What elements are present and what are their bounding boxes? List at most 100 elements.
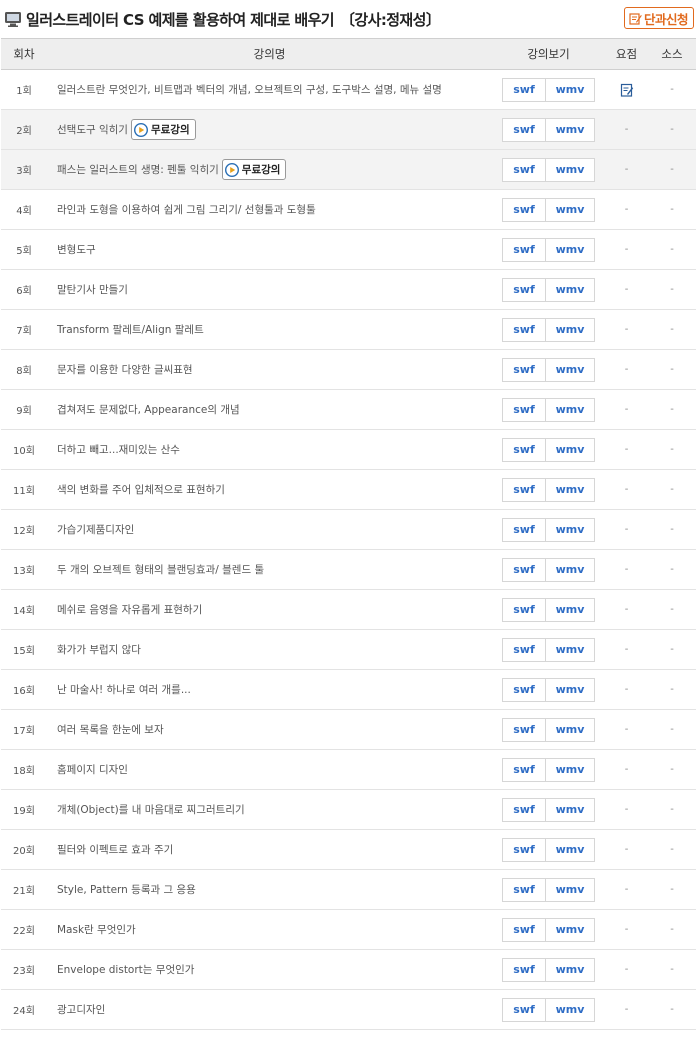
wmv-button[interactable]: wmv [545,438,594,461]
swf-button[interactable]: swf [503,239,545,261]
wmv-button[interactable]: wmv [545,78,594,101]
source-cell: - [648,349,696,390]
page-title: 일러스트레이터 CS 예제를 활용하여 제대로 배우기 〔강사:정재성〕 [26,9,441,30]
wmv-button[interactable]: wmv [545,958,594,981]
swf-button[interactable]: swf [503,599,545,621]
wmv-button[interactable]: wmv [545,918,594,941]
free-lecture-button[interactable]: 무료강의 [130,119,196,140]
memo-icon[interactable] [620,83,634,97]
source-value: - [670,1004,674,1015]
source-cell: - [648,549,696,590]
table-row: 20회 필터와 이펙트로 효과 주기 swf wmv - - [1,829,696,870]
swf-button[interactable]: swf [503,839,545,861]
lecture-name-cell: 가습기제품디자인 [47,509,492,550]
swf-button[interactable]: swf [503,439,545,461]
wmv-button[interactable]: wmv [545,118,594,141]
wmv-button[interactable]: wmv [545,878,594,901]
wmv-button[interactable]: wmv [545,998,594,1021]
apply-course-button[interactable]: 단과신청 [623,7,694,29]
wmv-button[interactable]: wmv [545,798,594,821]
lecture-name: 가습기제품디자인 [57,524,135,536]
lecture-name-cell: Style, Pattern 등록과 그 응용 [47,869,492,910]
wmv-button[interactable]: wmv [545,398,594,421]
lecture-name: 겹쳐져도 문제없다, Appearance의 개념 [57,404,240,416]
swf-button[interactable]: swf [503,399,545,421]
lecture-name: 화가가 부럽지 않다 [57,644,141,656]
lecture-name-cell: 패스는 일러스트의 생명: 펜툴 익히기 무료강의 [47,149,492,190]
lecture-number: 4회 [1,189,47,230]
lecture-name: 광고디자인 [57,1004,106,1016]
lecture-number: 14회 [1,589,47,630]
summary-empty: - [624,404,629,415]
lecture-name: 변형도구 [57,244,96,256]
lecture-view-cell: swf wmv [492,869,605,910]
summary-cell: - [605,469,648,510]
wmv-button[interactable]: wmv [545,718,594,741]
summary-cell: - [605,229,648,270]
wmv-button[interactable]: wmv [545,278,594,301]
source-value: - [670,484,674,495]
wmv-button[interactable]: wmv [545,678,594,701]
swf-button[interactable]: swf [503,519,545,541]
wmv-button[interactable]: wmv [545,198,594,221]
summary-cell: - [605,749,648,790]
summary-empty: - [624,644,629,655]
source-value: - [670,244,674,255]
summary-cell: - [605,869,648,910]
free-lecture-button[interactable]: 무료강의 [221,159,287,180]
lecture-name-cell: 일러스트란 무엇인가, 비트맵과 벡터의 개념, 오브젝트의 구성, 도구박스 … [47,69,492,110]
lecture-name: 여러 목록을 한눈에 보자 [57,724,164,736]
wmv-button[interactable]: wmv [545,318,594,341]
source-value: - [670,964,674,975]
swf-button[interactable]: swf [503,79,545,101]
wmv-button[interactable]: wmv [545,838,594,861]
wmv-button[interactable]: wmv [545,358,594,381]
swf-button[interactable]: swf [503,319,545,341]
swf-button[interactable]: swf [503,799,545,821]
table-row: 17회 여러 목록을 한눈에 보자 swf wmv - - [1,709,696,750]
wmv-button[interactable]: wmv [545,638,594,661]
lecture-name-cell: 난 마술사! 하나로 여러 개를... [47,669,492,710]
table-row: 21회 Style, Pattern 등록과 그 응용 swf wmv - - [1,869,696,910]
swf-button[interactable]: swf [503,759,545,781]
swf-button[interactable]: swf [503,919,545,941]
wmv-button[interactable]: wmv [545,238,594,261]
view-buttons: swf wmv [502,117,595,142]
source-cell: - [648,789,696,830]
swf-button[interactable]: swf [503,719,545,741]
table-row: 16회 난 마술사! 하나로 여러 개를... swf wmv - - [1,669,696,710]
table-row: 14회 메쉬로 음영을 자유롭게 표현하기 swf wmv - - [1,589,696,630]
swf-button[interactable]: swf [503,359,545,381]
swf-button[interactable]: swf [503,479,545,501]
lecture-number: 21회 [1,869,47,910]
col-header-summary: 요점 [605,38,648,70]
lecture-view-cell: swf wmv [492,429,605,470]
swf-button[interactable]: swf [503,199,545,221]
swf-button[interactable]: swf [503,959,545,981]
summary-empty: - [624,964,629,975]
lecture-name-cell: 광고디자인 [47,989,492,1030]
swf-button[interactable]: swf [503,999,545,1021]
swf-button[interactable]: swf [503,559,545,581]
swf-button[interactable]: swf [503,639,545,661]
wmv-button[interactable]: wmv [545,518,594,541]
source-value: - [670,164,674,175]
lecture-name: 두 개의 오브젝트 형태의 블랜딩효과/ 블렌드 툴 [57,564,265,576]
lecture-number: 10회 [1,429,47,470]
table-row: 1회 일러스트란 무엇인가, 비트맵과 벡터의 개념, 오브젝트의 구성, 도구… [1,69,696,110]
swf-button[interactable]: swf [503,879,545,901]
swf-button[interactable]: swf [503,279,545,301]
lecture-view-cell: swf wmv [492,789,605,830]
wmv-button[interactable]: wmv [545,158,594,181]
swf-button[interactable]: swf [503,679,545,701]
summary-cell: - [605,789,648,830]
source-cell: - [648,589,696,630]
swf-button[interactable]: swf [503,119,545,141]
wmv-button[interactable]: wmv [545,478,594,501]
swf-button[interactable]: swf [503,159,545,181]
wmv-button[interactable]: wmv [545,758,594,781]
view-buttons: swf wmv [502,757,595,782]
wmv-button[interactable]: wmv [545,558,594,581]
summary-empty: - [624,884,629,895]
wmv-button[interactable]: wmv [545,598,594,621]
